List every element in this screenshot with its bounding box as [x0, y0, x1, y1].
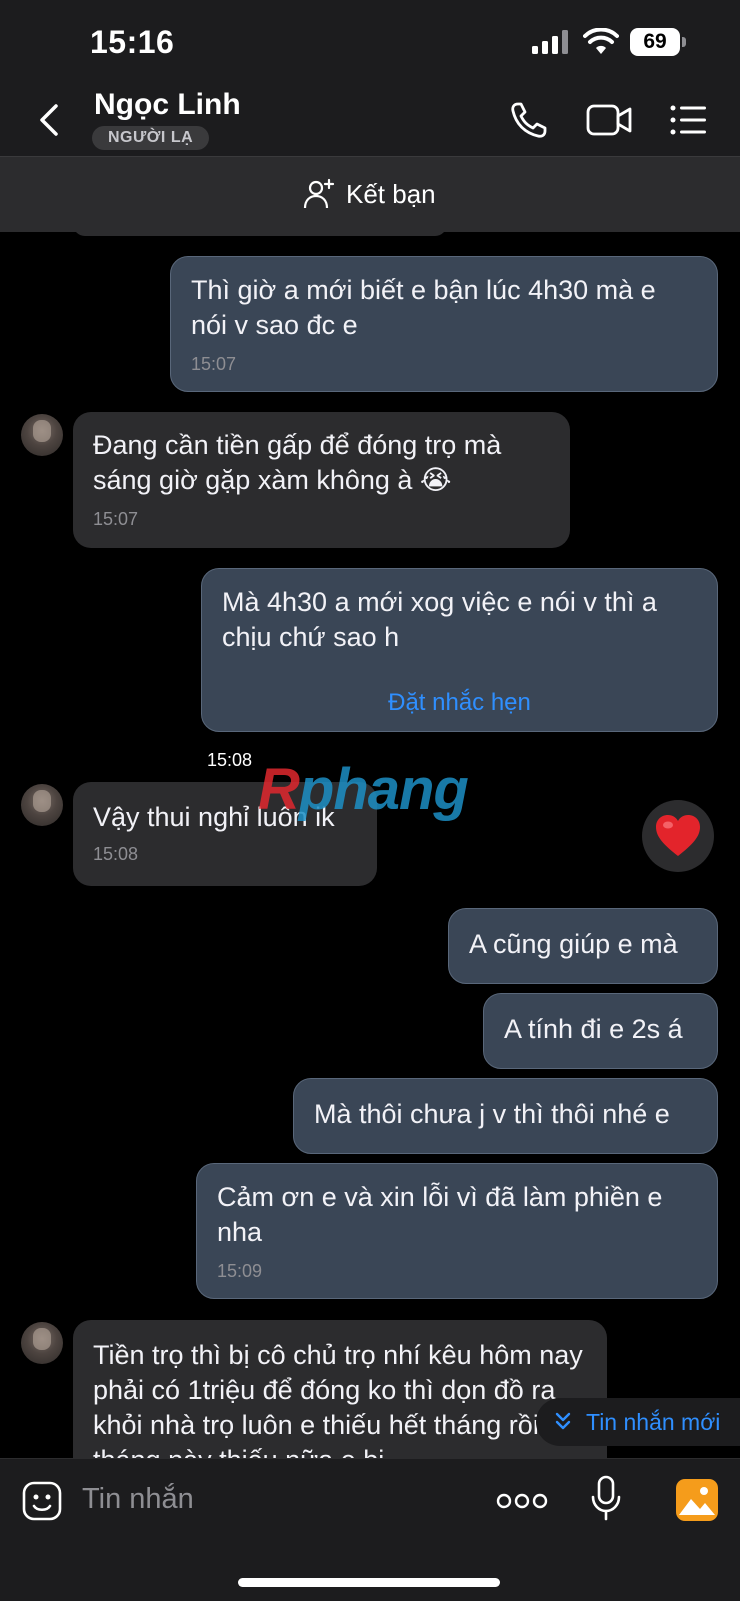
message-text: Tiền trọ thì bị cô chủ trọ nhí kêu hôm n…: [93, 1340, 583, 1458]
menu-list-icon[interactable]: [668, 98, 708, 142]
add-friend-icon: [303, 178, 335, 209]
message-text: Mà 4h30 a mới xog việc e nói v thì a chị…: [222, 587, 657, 652]
message-bubble-incoming[interactable]: Đang cần tiền gấp để đóng trọ mà sáng gi…: [73, 412, 570, 548]
contact-avatar[interactable]: [21, 1322, 63, 1364]
message-text: A cũng giúp e mà: [469, 929, 678, 959]
message-list[interactable]: Thì giờ a mới biết e bận lúc 4h30 mà e n…: [0, 232, 740, 1458]
message-text: Đang cần tiền gấp để đóng trọ mà sáng gi…: [93, 430, 502, 495]
back-chevron-icon[interactable]: [30, 98, 70, 142]
reaction-button[interactable]: [642, 800, 714, 872]
double-chevron-down-icon: [555, 1412, 571, 1430]
message-time: 15:08: [207, 750, 253, 770]
new-message-button[interactable]: Tin nhắn mới: [536, 1398, 740, 1446]
message-bubble-outgoing[interactable]: Cảm ơn e và xin lỗi vì đã làm phiền e nh…: [196, 1163, 718, 1299]
new-message-label: Tin nhắn mới: [586, 1408, 721, 1435]
sticker-emoji-icon[interactable]: [22, 1481, 62, 1521]
message-bubble-incoming[interactable]: Tiền trọ thì bị cô chủ trọ nhí kêu hôm n…: [73, 1320, 607, 1458]
battery-tip: [682, 37, 686, 47]
cellular-signal-icon: [532, 30, 568, 54]
watermark-logo: Rphang: [258, 757, 469, 822]
set-reminder-link[interactable]: Đặt nhắc hẹn: [222, 685, 697, 720]
add-friend-button[interactable]: Kết bạn: [302, 177, 436, 211]
message-time: 15:07: [93, 509, 139, 529]
heart-icon: [656, 815, 700, 856]
message-bubble-outgoing[interactable]: Mà thôi chưa j v thì thôi nhé e: [293, 1078, 718, 1154]
video-call-icon[interactable]: [586, 98, 634, 142]
battery-level: 69: [630, 28, 680, 56]
message-input[interactable]: Tin nhắn: [82, 1483, 194, 1516]
message-bubble-outgoing[interactable]: A cũng giúp e mà: [448, 908, 718, 984]
message-bubble-outgoing[interactable]: A tính đi e 2s á: [483, 993, 718, 1069]
status-time: 15:16: [90, 24, 175, 60]
chat-header: Ngọc Linh NGƯỜI LẠ: [0, 84, 740, 156]
microphone-icon[interactable]: [590, 1475, 622, 1523]
status-bar: 15:16 69: [0, 0, 740, 84]
phone-call-icon[interactable]: [508, 98, 548, 142]
add-friend-bar: Kết bạn: [0, 156, 740, 233]
stranger-badge: NGƯỜI LẠ: [92, 126, 210, 150]
more-options-icon[interactable]: [496, 1489, 548, 1513]
contact-avatar[interactable]: [21, 784, 63, 826]
message-bubble-outgoing[interactable]: Thì giờ a mới biết e bận lúc 4h30 mà e n…: [170, 256, 718, 392]
contact-avatar[interactable]: [21, 414, 63, 456]
message-bubble-outgoing[interactable]: Mà 4h30 a mới xog việc e nói v thì a chị…: [201, 568, 718, 732]
message-text: Cảm ơn e và xin lỗi vì đã làm phiền e nh…: [217, 1182, 663, 1247]
message-time: 15:07: [191, 354, 237, 374]
message-text: Thì giờ a mới biết e bận lúc 4h30 mà e n…: [191, 275, 656, 340]
message-text: A tính đi e 2s á: [504, 1014, 683, 1044]
gallery-image-icon[interactable]: [674, 1477, 720, 1523]
message-time: 15:09: [217, 1261, 263, 1281]
message-text: Mà thôi chưa j v thì thôi nhé e: [314, 1099, 670, 1129]
contact-name[interactable]: Ngọc Linh: [94, 88, 241, 122]
previous-message-bubble[interactable]: [73, 232, 447, 236]
wifi-icon: [583, 28, 619, 54]
add-friend-label: Kết bạn: [346, 178, 436, 209]
home-indicator[interactable]: [238, 1578, 500, 1587]
message-time: 15:08: [93, 844, 139, 864]
